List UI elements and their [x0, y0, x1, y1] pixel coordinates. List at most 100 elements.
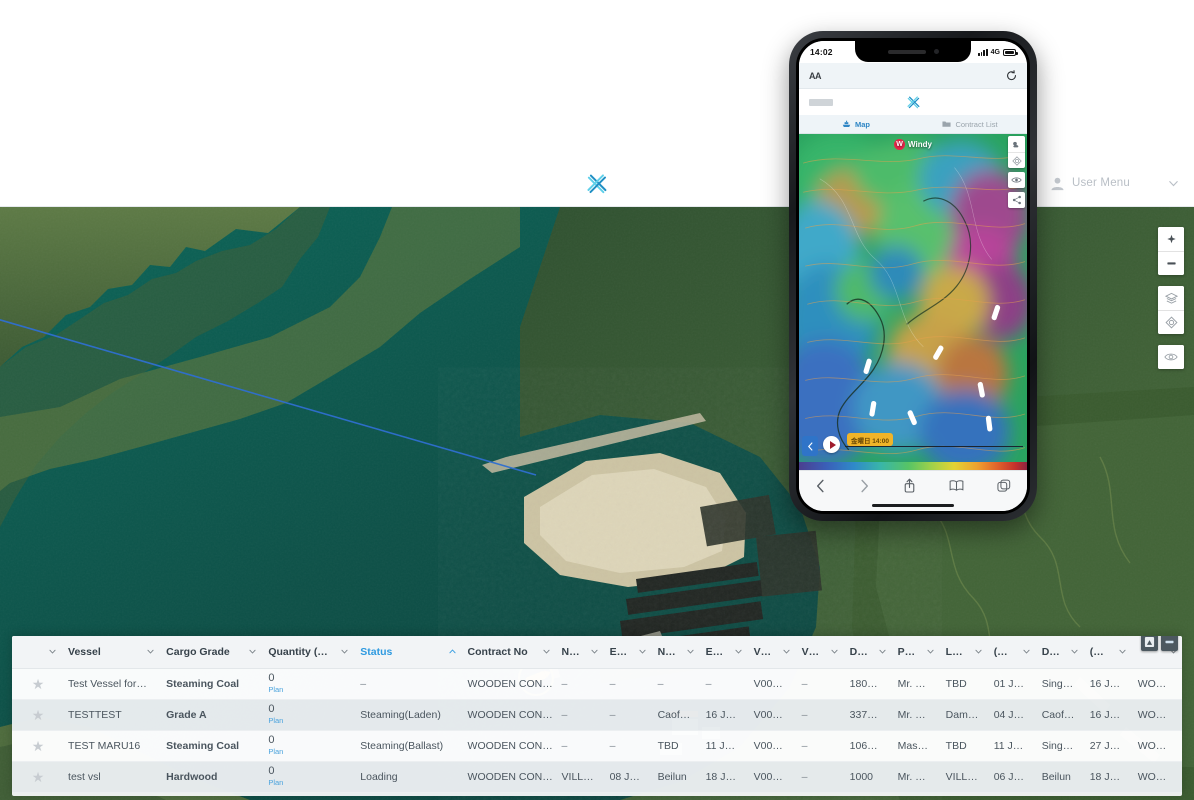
cell-paren2: 18 J… [1082, 761, 1131, 793]
cell-l1: Dam… [938, 699, 987, 731]
cell-n1: – [554, 668, 603, 700]
collapse-button[interactable] [1161, 636, 1178, 651]
minimize-icon [1165, 640, 1174, 643]
grid-tool-icons [1141, 636, 1178, 651]
play-button[interactable] [823, 436, 840, 453]
windy-weather-map[interactable]: W Windy 金曜日 14:00 [799, 134, 1027, 470]
share-nodes-icon [1012, 195, 1021, 205]
brand-logo-icon[interactable] [582, 169, 612, 199]
collapse-left-button[interactable] [802, 436, 818, 456]
cell-d2: Sing… [1034, 668, 1083, 700]
favorite-star-icon[interactable]: ★ [19, 770, 57, 784]
battery-icon [1003, 48, 1018, 56]
eye-icon [1164, 353, 1178, 361]
cell-cargo: Hardwood [159, 761, 262, 793]
column-header-n1[interactable]: N… [554, 636, 603, 669]
safari-back-button[interactable] [815, 479, 826, 493]
cell-v1: V00… [746, 668, 795, 700]
tab-map-label: Map [855, 119, 870, 129]
column-header-d1[interactable]: D… [842, 636, 891, 669]
export-button[interactable] [1141, 636, 1158, 651]
cell-p1: Mr. … [890, 668, 939, 700]
chevron-up-icon [448, 649, 456, 654]
table-row[interactable]: ★ TEST MARU16 Steaming Coal 0 Plan Steaming(B… [12, 730, 1182, 762]
zoom-in-button[interactable] [1158, 227, 1184, 251]
column-header-status[interactable]: Status [353, 636, 461, 669]
weather-layer-button[interactable] [1008, 136, 1025, 152]
column-header-paren2[interactable]: (… [1082, 636, 1131, 669]
windy-target-button[interactable] [1008, 152, 1025, 168]
text-size-button[interactable]: AA [809, 71, 822, 81]
column-header-cargo[interactable]: Cargo Grade [159, 636, 262, 669]
column-header-label: N… [657, 645, 676, 658]
windy-logo-icon: W [894, 139, 906, 150]
cell-d1: 106… [842, 730, 891, 762]
quantity-value: 0 [268, 703, 275, 716]
zoom-out-button[interactable] [1158, 251, 1184, 275]
table-row[interactable]: ★ Test Vessel for… Steaming Coal 0 Plan – WOOD… [12, 668, 1182, 700]
table-row[interactable]: ★ test vsl Hardwood 0 Plan Loading WOODEN CON…… [12, 761, 1182, 793]
cell-n2: TBD [650, 730, 699, 762]
safari-share-button[interactable] [903, 478, 916, 493]
favorite-star-icon[interactable]: ★ [19, 677, 57, 691]
column-header-v2[interactable]: V… [794, 636, 843, 669]
safari-toolbar [799, 470, 1027, 500]
safari-bookmarks-button[interactable] [949, 479, 964, 492]
column-header-v1[interactable]: V… [746, 636, 795, 669]
user-menu[interactable]: User Menu [1050, 169, 1180, 197]
mobile-menu-placeholder[interactable] [809, 98, 833, 106]
cell-contract: WOODEN CON… [460, 730, 555, 762]
windy-eye-button[interactable] [1008, 172, 1025, 188]
cell-paren1: 06 J… [986, 761, 1035, 793]
cell-status: – [353, 668, 461, 700]
reload-icon[interactable] [1006, 70, 1017, 81]
favorite-cell[interactable]: ★ [12, 668, 62, 700]
favorite-cell[interactable]: ★ [12, 761, 62, 793]
cell-n1: VILL… [554, 761, 603, 793]
favorite-star-icon[interactable]: ★ [19, 708, 57, 722]
cell-e2: 11 J… [698, 730, 747, 762]
favorite-cell[interactable]: ★ [12, 730, 62, 762]
layers-button[interactable] [1158, 286, 1184, 310]
column-header-fav[interactable] [12, 636, 62, 669]
cell-v1: V00… [746, 699, 795, 731]
favorite-cell[interactable]: ★ [12, 699, 62, 731]
vessel-grid-panel: Vessel Cargo Grade Quantity (… Status Contra… [12, 636, 1182, 796]
safari-address-bar[interactable]: AA [799, 63, 1027, 89]
column-header-e2[interactable]: E… [698, 636, 747, 669]
column-header-e1[interactable]: E… [602, 636, 651, 669]
target-button[interactable] [1158, 310, 1184, 334]
safari-forward-button[interactable] [859, 479, 870, 493]
favorite-star-icon[interactable]: ★ [19, 739, 57, 753]
column-header-paren1[interactable]: (… [986, 636, 1035, 669]
column-header-d2[interactable]: D… [1034, 636, 1083, 669]
column-header-l1[interactable]: L… [938, 636, 987, 669]
column-header-qty[interactable]: Quantity (… [261, 636, 354, 669]
timeline-track[interactable] [845, 446, 1023, 447]
visibility-button[interactable] [1158, 345, 1184, 369]
column-header-vessel[interactable]: Vessel [61, 636, 160, 669]
table-row[interactable]: ★ TESTTEST Grade A 0 Plan Steaming(Laden) WOOD… [12, 699, 1182, 731]
tab-contract-list[interactable]: Contract List [913, 115, 1027, 133]
home-indicator [799, 500, 1027, 511]
windy-timestamp: 金曜日 14:00 [847, 433, 893, 446]
front-camera [933, 49, 939, 54]
chevron-down-icon [1023, 650, 1030, 654]
cell-cargo: Steaming Coal [159, 668, 262, 700]
tab-map[interactable]: Map [799, 115, 913, 133]
cell-l1: TBD [938, 730, 987, 762]
chevron-down-icon [1169, 180, 1178, 186]
cell-vessel: TEST MARU16 [61, 730, 160, 762]
column-header-contract[interactable]: Contract No [460, 636, 555, 669]
brand-logo-icon[interactable] [904, 93, 923, 112]
column-header-n2[interactable]: N… [650, 636, 699, 669]
safari-tabs-button[interactable] [996, 479, 1011, 493]
windy-share-button[interactable] [1008, 192, 1025, 208]
user-avatar-icon [1051, 177, 1064, 190]
chevron-down-icon [975, 650, 982, 654]
play-icon [829, 440, 836, 449]
column-header-p1[interactable]: P… [890, 636, 939, 669]
cell-status: Steaming(Ballast) [353, 730, 461, 762]
cell-paren2: 16 J… [1082, 699, 1131, 731]
cell-e1: – [602, 668, 651, 700]
